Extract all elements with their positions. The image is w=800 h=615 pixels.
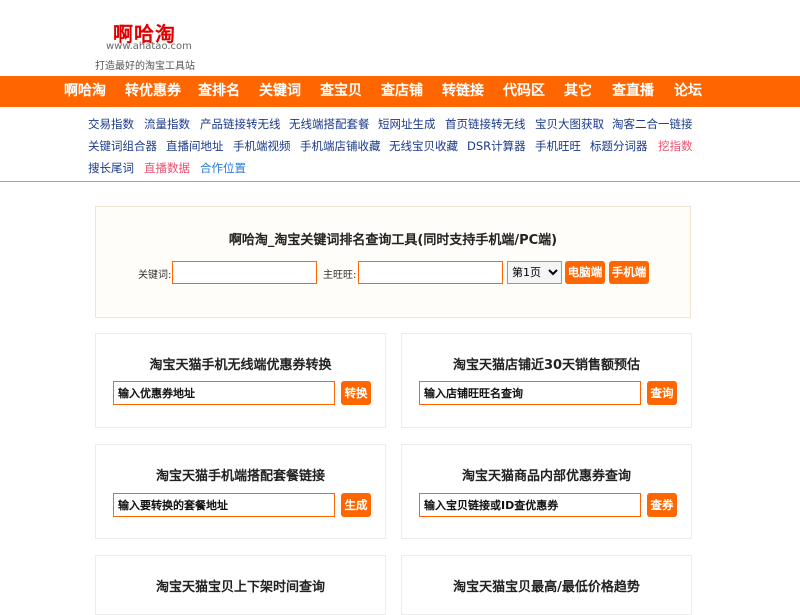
listing-time-tool: 淘宝天猫宝贝上下架时间查询 [95, 555, 386, 615]
nav-item-coupon[interactable]: 转优惠券 [125, 76, 181, 107]
shop-sales-tool: 淘宝天猫店铺近30天销售额预估 查询 [401, 333, 692, 428]
site-slogan: 打造最好的淘宝工具站 [95, 61, 195, 72]
generate-button[interactable]: 生成 [341, 493, 371, 517]
nav-item-forum[interactable]: 论坛 [674, 76, 702, 107]
sub-link[interactable]: 淘客二合一链接 [612, 116, 693, 132]
site-url: www.ahatao.com [106, 41, 192, 52]
sub-link[interactable]: 产品链接转无线 [200, 116, 281, 132]
sub-link[interactable]: 无线宝贝收藏 [389, 138, 458, 154]
sub-link[interactable]: DSR计算器 [467, 138, 526, 154]
sub-link[interactable]: 手机端视频 [233, 138, 291, 154]
sub-link-highlight[interactable]: 直播数据 [144, 160, 190, 176]
nav-item-live[interactable]: 查直播 [612, 76, 654, 107]
coupon-lookup-tool: 淘宝天猫商品内部优惠券查询 查券 [401, 444, 692, 539]
nav-item-keyword[interactable]: 关键词 [259, 76, 301, 107]
sub-link[interactable]: 手机端店铺收藏 [300, 138, 381, 154]
tool-title: 淘宝天猫宝贝最高/最低价格趋势 [453, 580, 640, 595]
pc-search-button[interactable]: 电脑端 [565, 261, 605, 284]
main-nav: 啊哈淘 转优惠券 查排名 关键词 查宝贝 查店铺 转链接 代码区 其它 查直播 … [0, 76, 800, 107]
sub-link-partner[interactable]: 合作位置 [200, 160, 246, 176]
nav-item-home[interactable]: 啊哈淘 [64, 76, 106, 107]
tool-title: 淘宝天猫手机无线端优惠券转换 [149, 358, 332, 373]
tool-title: 淘宝天猫店铺近30天销售额预估 [452, 358, 641, 373]
sub-link[interactable]: 宝贝大图获取 [535, 116, 604, 132]
sub-link-highlight[interactable]: 挖指数 [658, 138, 693, 154]
sub-link[interactable]: 标题分词器 [590, 138, 648, 154]
nav-item-code[interactable]: 代码区 [503, 76, 545, 107]
check-coupon-button[interactable]: 查券 [647, 493, 677, 517]
tool-title: 淘宝天猫宝贝上下架时间查询 [155, 580, 325, 595]
sub-link[interactable]: 流量指数 [144, 116, 190, 132]
convert-button[interactable]: 转换 [341, 381, 371, 405]
tool-title: 淘宝天猫手机端搭配套餐链接 [155, 469, 325, 484]
site-header: 啊哈淘 www.ahatao.com 打造最好的淘宝工具站 [0, 0, 800, 76]
sub-link[interactable]: 关键词组合器 [88, 138, 157, 154]
nav-item-item[interactable]: 查宝贝 [320, 76, 362, 107]
sub-link[interactable]: 直播间地址 [166, 138, 224, 154]
quick-links: 交易指数 流量指数 产品链接转无线 无线端搭配套餐 短网址生成 首页链接转无线 … [0, 110, 800, 182]
package-link-tool: 淘宝天猫手机端搭配套餐链接 生成 [95, 444, 386, 539]
sub-link[interactable]: 无线端搭配套餐 [289, 116, 370, 132]
tool-title: 啊哈淘_淘宝关键词排名查询工具(同时支持手机端/PC端) [228, 233, 558, 248]
shop-name-input[interactable] [419, 381, 641, 405]
nav-item-other[interactable]: 其它 [564, 76, 592, 107]
sub-link[interactable]: 搜长尾词 [88, 160, 134, 176]
mobile-search-button[interactable]: 手机端 [609, 261, 649, 284]
item-id-input[interactable] [419, 493, 641, 517]
nav-item-link[interactable]: 转链接 [442, 76, 484, 107]
keyword-label: 关键词: [138, 270, 172, 281]
price-trend-tool: 淘宝天猫宝贝最高/最低价格趋势 [401, 555, 692, 615]
page-select[interactable]: 第1页 [507, 261, 562, 284]
wangwang-input[interactable] [358, 261, 503, 284]
keyword-input[interactable] [172, 261, 317, 284]
tool-title: 淘宝天猫商品内部优惠券查询 [461, 469, 631, 484]
sub-link[interactable]: 手机旺旺 [535, 138, 581, 154]
sub-link[interactable]: 首页链接转无线 [445, 116, 526, 132]
coupon-convert-tool: 淘宝天猫手机无线端优惠券转换 转换 [95, 333, 386, 428]
sub-link[interactable]: 短网址生成 [378, 116, 436, 132]
coupon-url-input[interactable] [113, 381, 335, 405]
sub-link[interactable]: 交易指数 [88, 116, 134, 132]
nav-item-rank[interactable]: 查排名 [198, 76, 240, 107]
query-button[interactable]: 查询 [647, 381, 677, 405]
wangwang-label: 主旺旺: [323, 270, 357, 281]
nav-item-shop[interactable]: 查店铺 [381, 76, 423, 107]
keyword-rank-tool: 啊哈淘_淘宝关键词排名查询工具(同时支持手机端/PC端) 关键词: 主旺旺: 第… [95, 206, 691, 318]
package-url-input[interactable] [113, 493, 335, 517]
